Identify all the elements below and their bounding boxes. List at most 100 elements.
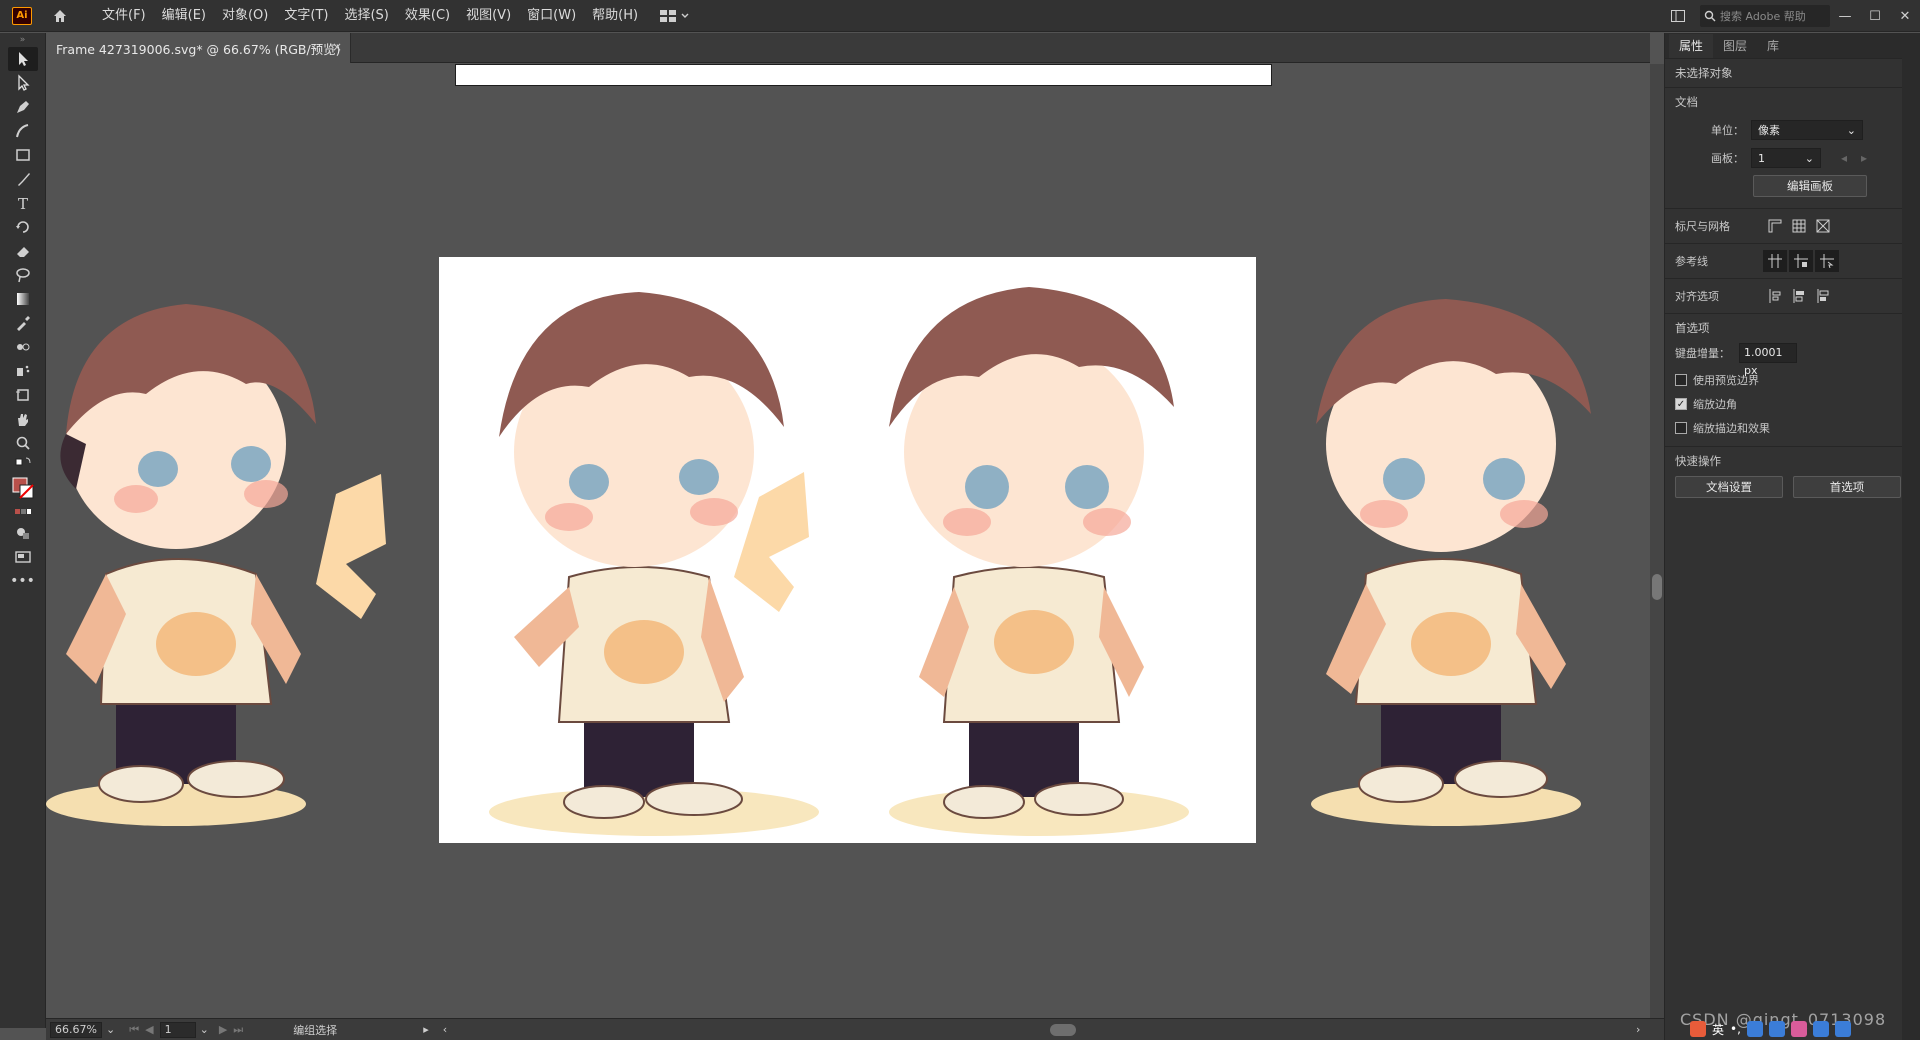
workspace-switcher[interactable] — [660, 9, 690, 22]
preferences-section: 首选项 键盘增量： 1.0001 px 使用预览边界 ✓ 缩放边角 缩放描边和效… — [1665, 314, 1920, 447]
ime-indicator[interactable]: 英 — [1712, 1021, 1724, 1038]
quick-actions-heading: 快速操作 — [1675, 454, 1721, 468]
prev-artboard-icon[interactable]: ◀ — [145, 1023, 153, 1036]
scroll-right-icon[interactable]: › — [1636, 1023, 1640, 1036]
menu-help[interactable]: 帮助(H) — [584, 0, 646, 32]
ruler-icon[interactable] — [1763, 215, 1787, 237]
panel-toggle-icon[interactable] — [1668, 6, 1688, 26]
scroll-left-icon[interactable]: ‹ — [443, 1023, 447, 1036]
artboard-tool-icon[interactable] — [8, 383, 38, 407]
rulers-grids-section: 标尺与网格 — [1665, 209, 1920, 244]
last-artboard-icon[interactable]: ⏭ — [233, 1023, 243, 1037]
prev-artboard-arrow-icon[interactable]: ◂ — [1841, 151, 1847, 165]
selection-tool-icon[interactable] — [7, 47, 38, 71]
gradient-tool-icon[interactable] — [8, 287, 38, 311]
artboard-label: 画板： — [1711, 152, 1744, 165]
pen-tool-icon[interactable] — [8, 95, 38, 119]
app-logo: Ai — [12, 6, 32, 25]
curvature-tool-icon[interactable] — [8, 119, 38, 143]
align-to-selection-icon[interactable] — [1811, 285, 1835, 307]
rotate-tool-icon[interactable] — [8, 215, 38, 239]
home-icon[interactable] — [46, 2, 74, 30]
settings-tray-icon[interactable] — [1834, 1021, 1851, 1037]
artboard-1[interactable] — [439, 257, 1256, 843]
use-preview-bounds-label: 使用预览边界 — [1693, 374, 1759, 387]
tab-libraries[interactable]: 库 — [1757, 34, 1789, 58]
next-artboard-arrow-icon[interactable]: ▸ — [1861, 151, 1867, 165]
keyboard-icon[interactable] — [1746, 1021, 1763, 1037]
symbol-sprayer-tool-icon[interactable] — [8, 359, 38, 383]
unit-select[interactable]: 像素 ⌄ — [1751, 120, 1863, 140]
help-search-input[interactable]: 搜索 Adobe 帮助 — [1700, 5, 1830, 27]
menu-type[interactable]: 文字(T) — [276, 0, 336, 32]
paintbrush-tool-icon[interactable] — [8, 167, 38, 191]
menu-view[interactable]: 视图(V) — [458, 0, 519, 32]
direct-selection-tool-icon[interactable] — [8, 71, 38, 95]
document-setup-button[interactable]: 文档设置 — [1675, 476, 1783, 498]
use-preview-bounds-checkbox[interactable] — [1675, 374, 1687, 386]
canvas[interactable] — [46, 64, 1650, 1018]
close-window-button[interactable]: ✕ — [1890, 0, 1920, 32]
smart-guides-icon[interactable] — [1815, 250, 1839, 272]
keyboard-increment-field[interactable]: 1.0001 px — [1739, 343, 1797, 377]
next-artboard-icon[interactable]: ▶ — [219, 1023, 227, 1036]
csdn-tray-icon[interactable] — [1690, 1021, 1706, 1037]
scale-strokes-checkbox[interactable] — [1675, 422, 1687, 434]
character-illustration-right[interactable] — [1276, 274, 1636, 834]
toolbar-grip[interactable]: » — [0, 33, 45, 47]
hand-tool-icon[interactable] — [8, 407, 38, 431]
menu-file[interactable]: 文件(F) — [94, 0, 154, 32]
eyedropper-tool-icon[interactable] — [8, 311, 38, 335]
fill-stroke-swatch[interactable] — [8, 473, 38, 503]
lock-guides-icon[interactable] — [1789, 250, 1813, 272]
draw-mode-icon[interactable] — [8, 521, 38, 545]
artboard-number-field[interactable]: 1 — [159, 1021, 196, 1038]
apps-icon[interactable] — [1812, 1021, 1829, 1037]
transparency-grid-icon[interactable] — [1811, 215, 1835, 237]
menu-edit[interactable]: 编辑(E) — [154, 0, 214, 32]
document-tab[interactable]: Frame 427319006.svg* @ 66.67% (RGB/预览) × — [46, 33, 351, 63]
panel-tabs: 属性 图层 库 — [1665, 33, 1920, 59]
swap-fill-stroke-icon[interactable] — [8, 455, 38, 473]
punctuation-icon[interactable]: •, — [1730, 1022, 1741, 1036]
skin-icon[interactable] — [1790, 1021, 1807, 1037]
artboard-select[interactable]: 1 ⌄ — [1751, 148, 1821, 168]
blend-tool-icon[interactable] — [8, 335, 38, 359]
minimize-button[interactable]: — — [1830, 0, 1860, 32]
vertical-scroll-thumb[interactable] — [1652, 574, 1662, 600]
vertical-scrollbar[interactable] — [1650, 64, 1664, 1018]
edit-artboards-button[interactable]: 编辑画板 — [1753, 175, 1867, 197]
scale-corners-checkbox[interactable]: ✓ — [1675, 398, 1687, 410]
status-menu-icon[interactable]: ▸ — [423, 1023, 429, 1036]
grid-icon[interactable] — [1787, 215, 1811, 237]
artboard-dropdown-icon[interactable]: ⌄ — [200, 1023, 209, 1036]
preferences-heading: 首选项 — [1675, 321, 1710, 335]
zoom-tool-icon[interactable] — [8, 431, 38, 455]
menu-effect[interactable]: 效果(C) — [397, 0, 458, 32]
tab-properties[interactable]: 属性 — [1669, 34, 1714, 58]
align-to-key-icon[interactable] — [1763, 285, 1787, 307]
show-guides-icon[interactable] — [1763, 250, 1787, 272]
tab-layers[interactable]: 图层 — [1713, 34, 1757, 58]
toolbox-icon[interactable] — [1768, 1021, 1785, 1037]
screen-mode-icon[interactable] — [8, 545, 38, 569]
artboard-strip-top[interactable] — [455, 64, 1272, 86]
zoom-dropdown-icon[interactable]: ⌄ — [106, 1023, 115, 1036]
menu-window[interactable]: 窗口(W) — [519, 0, 584, 32]
align-to-artboard-icon[interactable] — [1787, 285, 1811, 307]
close-tab-icon[interactable]: × — [332, 40, 342, 54]
type-tool-icon[interactable]: T — [8, 191, 38, 215]
color-mode-icons[interactable] — [8, 503, 38, 521]
more-tools-icon[interactable]: ••• — [8, 569, 38, 593]
zoom-level-field[interactable]: 66.67% — [50, 1021, 102, 1038]
character-illustration-left[interactable] — [46, 274, 426, 834]
menu-object[interactable]: 对象(O) — [214, 0, 276, 32]
menu-select[interactable]: 选择(S) — [336, 0, 396, 32]
first-artboard-icon[interactable]: ⏮ — [129, 1023, 139, 1037]
lasso-tool-icon[interactable] — [8, 263, 38, 287]
maximize-button[interactable]: ☐ — [1860, 0, 1890, 32]
horizontal-scroll-thumb[interactable] — [1050, 1024, 1076, 1036]
eraser-tool-icon[interactable] — [8, 239, 38, 263]
rectangle-tool-icon[interactable] — [8, 143, 38, 167]
preferences-button[interactable]: 首选项 — [1793, 476, 1901, 498]
